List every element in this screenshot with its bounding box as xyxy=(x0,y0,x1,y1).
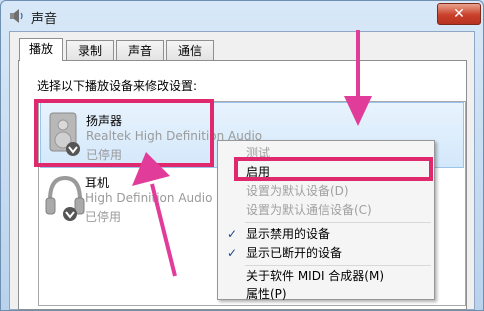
checkmark-icon: ✓ xyxy=(227,227,238,241)
speaker-icon xyxy=(10,9,23,23)
menu-item-show-disabled[interactable]: ✓ 显示禁用的设备 xyxy=(219,225,433,244)
close-button[interactable]: ✕ xyxy=(437,3,481,25)
checkmark-icon: ✓ xyxy=(227,246,238,260)
device-name: 耳机 xyxy=(85,176,110,190)
tab-sounds[interactable]: 声音 xyxy=(116,40,164,60)
annotation-arrow-up-icon xyxy=(132,152,177,277)
window-title: 声音 xyxy=(31,12,58,27)
annotation-arrow-down-icon xyxy=(344,30,372,126)
menu-item-label: 显示禁用的设备 xyxy=(246,227,331,241)
device-status: 已停用 xyxy=(85,210,122,224)
instruction-text: 选择以下播放设备来修改设置: xyxy=(37,79,198,93)
menu-item-label: 显示已断开的设备 xyxy=(246,246,343,260)
tab-communications[interactable]: 通信 xyxy=(166,40,214,60)
enable-highlight-box xyxy=(234,157,433,181)
menu-separator xyxy=(245,265,431,266)
menu-item-set-default[interactable]: 设置为默认设备(D) xyxy=(219,182,433,201)
menu-item-properties[interactable]: 属性(P) xyxy=(219,285,433,304)
menu-item-show-disconnected[interactable]: ✓ 显示已断开的设备 xyxy=(219,244,433,263)
headphones-icon xyxy=(45,175,85,221)
menu-separator xyxy=(245,222,431,223)
tab-playback[interactable]: 播放 xyxy=(19,38,63,61)
menu-item-about-midi[interactable]: 关于软件 MIDI 合成器(M) xyxy=(219,267,433,286)
tab-recording[interactable]: 录制 xyxy=(66,40,114,60)
title-bar[interactable]: 声音 ✕ xyxy=(1,1,483,31)
menu-item-set-default-comm[interactable]: 设置为默认通信设备(C) xyxy=(219,201,433,220)
